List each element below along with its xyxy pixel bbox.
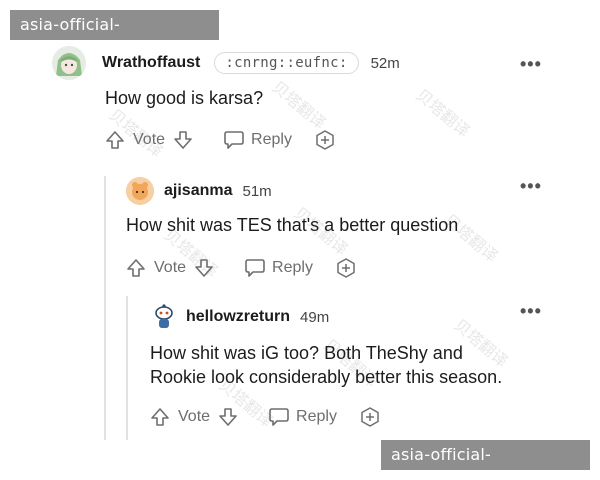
downvote-button[interactable]	[173, 130, 193, 150]
comment-text-line: Rookie look considerably better this sea…	[150, 367, 503, 387]
comment-actions: Vote Reply	[126, 254, 546, 282]
reply-button[interactable]: Reply	[244, 258, 313, 278]
reply-button[interactable]: Reply	[268, 407, 337, 427]
downvote-arrow-icon	[219, 408, 237, 426]
comment-header: hellowzreturn 49m	[150, 303, 570, 331]
comment: hellowzreturn 49m How shit was iG too? B…	[150, 303, 570, 431]
more-options-button[interactable]: •••	[520, 54, 542, 75]
comment-actions: Vote Reply	[105, 126, 552, 154]
more-options-button[interactable]: •••	[520, 301, 542, 322]
timestamp: 51m	[242, 182, 272, 200]
anime-girl-avatar[interactable]	[52, 46, 86, 80]
orange-character-avatar[interactable]	[126, 177, 154, 205]
award-plus-icon	[316, 130, 334, 150]
username[interactable]: Wrathoffaust	[102, 54, 200, 72]
timestamp: 52m	[370, 54, 400, 72]
comment-actions: Vote Reply	[150, 403, 570, 431]
comment-body: How shit was TES that's a better questio…	[126, 213, 546, 237]
comment-body: How shit was iG too? Both TheShy and Roo…	[150, 341, 570, 389]
timestamp: 49m	[300, 308, 330, 326]
upvote-arrow-icon	[106, 131, 124, 149]
thread-line[interactable]	[104, 176, 106, 440]
comment-text-line: How shit was TES that's a better questio…	[126, 215, 459, 235]
comment-header: ajisanma 51m	[126, 176, 546, 206]
downvote-arrow-icon	[195, 259, 213, 277]
award-button[interactable]	[314, 129, 336, 151]
comment-header: Wrathoffaust :cnrng::eufnc: 52m	[52, 46, 552, 80]
upvote-arrow-icon	[127, 259, 145, 277]
comment-body: How good is karsa?	[105, 86, 552, 110]
upvote-button[interactable]	[150, 407, 170, 427]
chat-bubble-icon	[269, 408, 289, 426]
upvote-button[interactable]	[105, 130, 125, 150]
watermark-banner-bottom: asia-official-kaiyun.com	[381, 440, 590, 480]
thread-line[interactable]	[126, 296, 128, 440]
username[interactable]: hellowzreturn	[186, 308, 290, 326]
chat-bubble-icon	[245, 259, 265, 277]
award-button[interactable]	[335, 257, 357, 279]
vote-label: Vote	[133, 131, 166, 148]
downvote-arrow-icon	[174, 131, 192, 149]
reply-button[interactable]: Reply	[223, 130, 292, 150]
more-options-button[interactable]: •••	[520, 176, 542, 197]
reply-label: Reply	[272, 259, 313, 276]
downvote-button[interactable]	[218, 407, 238, 427]
comment-text-line: How good is karsa?	[105, 88, 264, 108]
username[interactable]: ajisanma	[164, 182, 232, 200]
upvote-button[interactable]	[126, 258, 146, 278]
user-flair: :cnrng::eufnc:	[214, 52, 359, 74]
reply-label: Reply	[296, 408, 337, 425]
upvote-arrow-icon	[151, 408, 169, 426]
comment-text-line: How shit was iG too? Both TheShy and	[150, 343, 463, 363]
watermark-banner-top: asia-official-kaiyun.com	[10, 10, 219, 64]
award-plus-icon	[337, 258, 355, 278]
reply-label: Reply	[251, 131, 292, 148]
downvote-button[interactable]	[194, 258, 214, 278]
comment: Wrathoffaust :cnrng::eufnc: 52m How good…	[52, 46, 552, 154]
award-button[interactable]	[359, 406, 381, 428]
award-plus-icon	[361, 407, 379, 427]
chat-bubble-icon	[224, 131, 244, 149]
comment: ajisanma 51m How shit was TES that's a b…	[126, 176, 546, 282]
vote-label: Vote	[178, 408, 211, 425]
vote-label: Vote	[154, 259, 187, 276]
snoo-avatar[interactable]	[150, 303, 178, 331]
